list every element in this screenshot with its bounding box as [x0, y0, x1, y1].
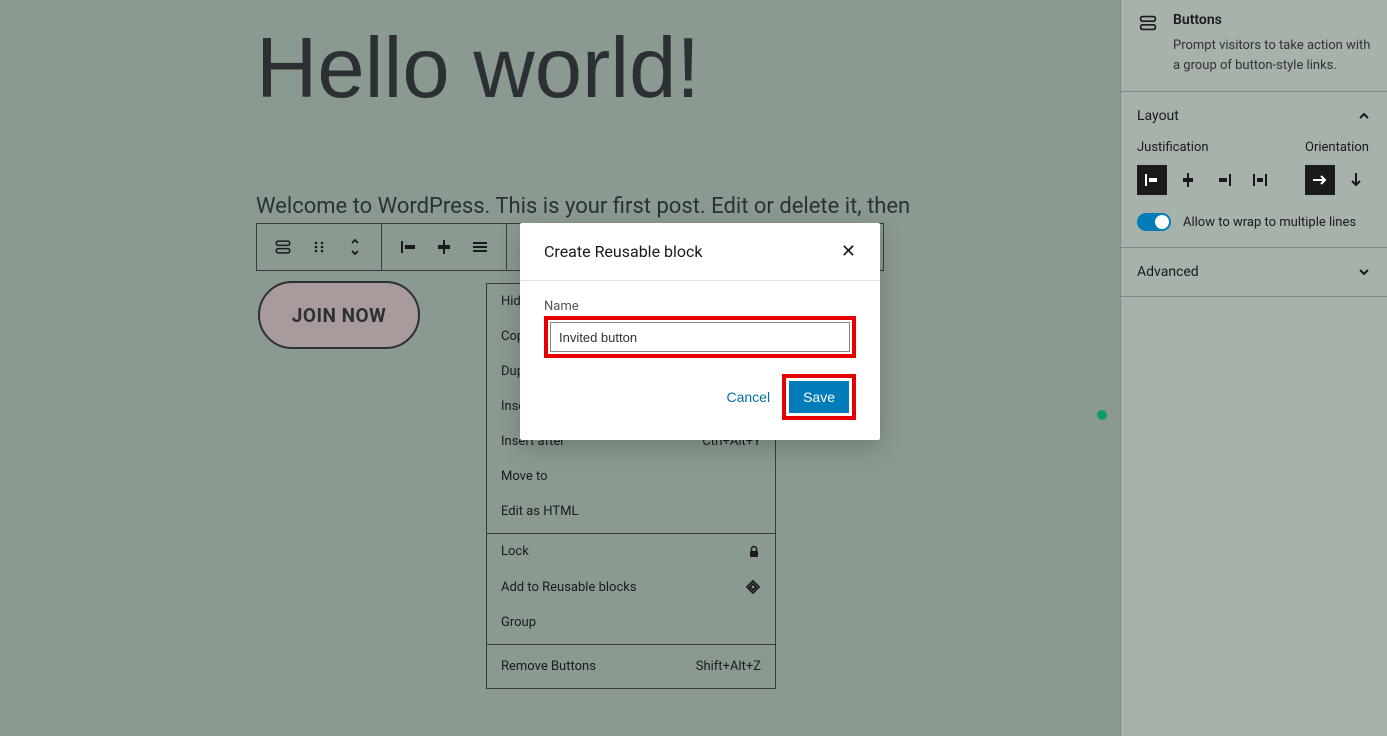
block-description: Prompt visitors to take action with a gr…	[1173, 36, 1371, 75]
chevron-down-icon	[1357, 265, 1371, 279]
block-name: Buttons	[1173, 12, 1371, 28]
move-updown-icon[interactable]	[341, 233, 369, 261]
layout-panel-title: Layout	[1137, 108, 1179, 124]
menu-item-remove[interactable]: Remove Buttons Shift+Alt+Z	[487, 645, 775, 688]
justify-left-button[interactable]	[1137, 165, 1167, 195]
lock-icon	[747, 545, 761, 559]
post-title[interactable]: Hello world!	[256, 20, 700, 118]
orientation-group: Orientation	[1305, 140, 1371, 195]
menu-item-lock[interactable]: Lock	[487, 534, 775, 569]
settings-sidebar: Buttons Prompt visitors to take action w…	[1120, 0, 1387, 736]
justification-group: Justification	[1137, 140, 1275, 195]
layout-panel-header[interactable]: Layout	[1121, 92, 1387, 140]
save-button-highlight: Save	[782, 374, 856, 420]
justify-right-button[interactable]	[1209, 165, 1239, 195]
create-reusable-block-modal: Create Reusable block ✕ Name Cancel Save	[520, 223, 880, 440]
menu-shortcut: Shift+Alt+Z	[696, 659, 761, 674]
menu-item-add-reusable[interactable]: Add to Reusable blocks	[487, 569, 775, 605]
justify-center-icon[interactable]	[430, 233, 458, 261]
justify-left-icon[interactable]	[394, 233, 422, 261]
block-type-icon[interactable]	[269, 233, 297, 261]
menu-item-label: Move to	[501, 469, 548, 484]
menu-item-label: Group	[501, 615, 536, 630]
join-now-button[interactable]: JOIN NOW	[258, 281, 420, 349]
wrap-toggle-label: Allow to wrap to multiple lines	[1183, 215, 1356, 230]
advanced-panel-title: Advanced	[1137, 264, 1199, 280]
modal-title: Create Reusable block	[544, 242, 703, 261]
drag-handle-icon[interactable]	[305, 233, 333, 261]
block-info-panel: Buttons Prompt visitors to take action w…	[1121, 0, 1387, 92]
menu-item-label: Add to Reusable blocks	[501, 580, 637, 595]
menu-item-move-to[interactable]: Move to	[487, 459, 775, 494]
chevron-up-icon	[1357, 109, 1371, 123]
advanced-panel: Advanced	[1121, 248, 1387, 297]
name-input[interactable]	[550, 322, 850, 352]
save-button[interactable]: Save	[789, 381, 849, 413]
diamond-icon	[745, 579, 761, 595]
post-paragraph[interactable]: Welcome to WordPress. This is your first…	[256, 194, 910, 219]
menu-item-group[interactable]: Group	[487, 605, 775, 644]
menu-item-edit-html[interactable]: Edit as HTML	[487, 494, 775, 533]
name-field-label: Name	[544, 299, 856, 314]
wrap-toggle[interactable]	[1137, 213, 1171, 231]
advanced-panel-header[interactable]: Advanced	[1121, 248, 1387, 296]
menu-item-label: Hid	[501, 294, 521, 309]
name-field-highlight	[544, 316, 856, 358]
editor-canvas: Hello world! Welcome to WordPress. This …	[0, 0, 1120, 736]
align-icon[interactable]	[466, 233, 494, 261]
toggle-thumb	[1155, 215, 1169, 229]
justify-space-between-button[interactable]	[1245, 165, 1275, 195]
menu-item-label: Remove Buttons	[501, 659, 596, 674]
justify-center-button[interactable]	[1173, 165, 1203, 195]
orientation-label: Orientation	[1305, 140, 1371, 155]
status-dot	[1097, 410, 1107, 420]
justification-label: Justification	[1137, 140, 1275, 155]
cancel-button[interactable]: Cancel	[726, 389, 770, 405]
orientation-horizontal-button[interactable]	[1305, 165, 1335, 195]
buttons-block-icon	[1137, 12, 1159, 75]
close-icon[interactable]: ✕	[841, 241, 856, 262]
menu-item-label: Lock	[501, 544, 529, 559]
orientation-vertical-button[interactable]	[1341, 165, 1371, 195]
layout-panel: Layout Justification	[1121, 92, 1387, 248]
menu-item-label: Edit as HTML	[501, 504, 578, 519]
